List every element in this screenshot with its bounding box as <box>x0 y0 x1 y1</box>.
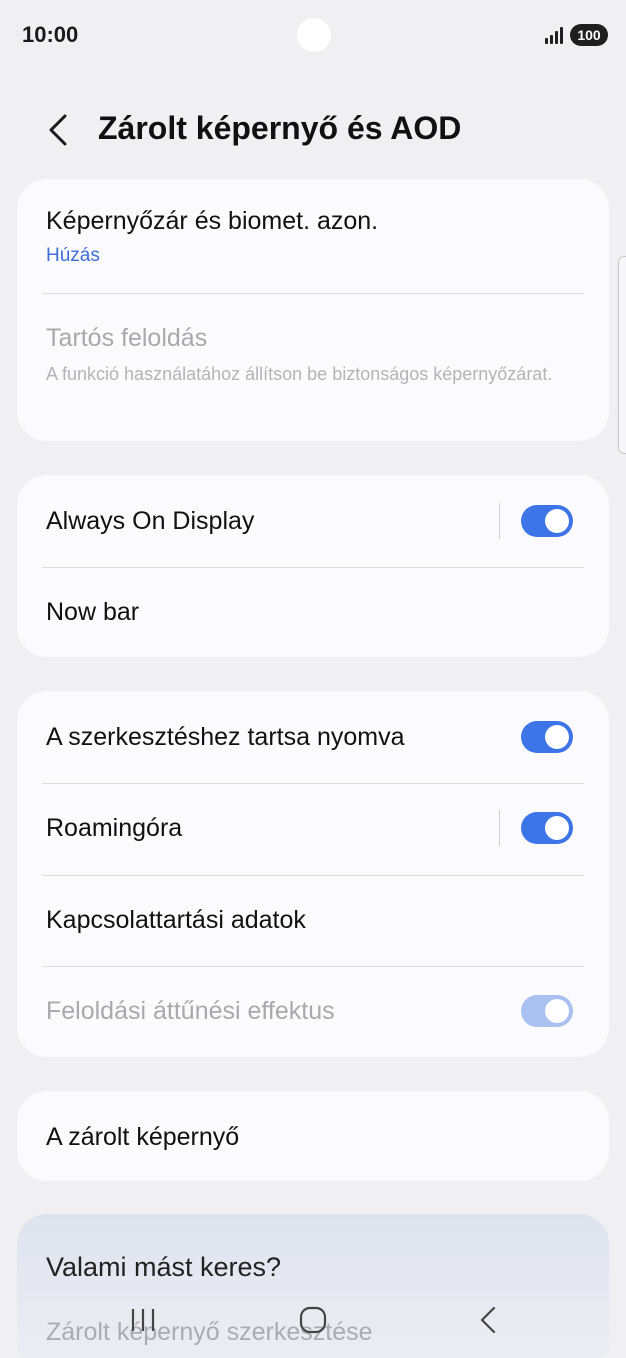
header: Zárolt képernyő és AOD <box>0 90 626 170</box>
toggle-knob <box>545 816 569 840</box>
card-lock-security: Képernyőzár és biomet. azon. Húzás Tartó… <box>17 179 609 441</box>
row-now-bar[interactable]: Now bar <box>17 568 609 657</box>
recents-button[interactable] <box>113 1300 173 1340</box>
card-options: A szerkesztéshez tartsa nyomva Roamingór… <box>17 691 609 1057</box>
scroll-handle[interactable] <box>618 256 626 454</box>
roaming-clock-toggle[interactable] <box>521 812 573 844</box>
row-title: A szerkesztéshez tartsa nyomva <box>46 723 405 751</box>
nav-back-icon <box>480 1306 496 1334</box>
vertical-separator <box>499 503 500 539</box>
unlock-effect-toggle <box>521 995 573 1027</box>
row-title: Roamingóra <box>46 814 183 842</box>
home-icon <box>299 1306 327 1334</box>
home-button[interactable] <box>283 1300 343 1340</box>
navigation-bar <box>0 1290 626 1358</box>
suggestion-title: Valami mást keres? <box>46 1252 282 1282</box>
hold-to-edit-toggle[interactable] <box>521 721 573 753</box>
aod-toggle[interactable] <box>521 505 573 537</box>
row-title: Tartós feloldás <box>46 324 208 352</box>
row-title: A zárolt képernyő <box>46 1123 240 1151</box>
row-unlock-transition-effect: Feloldási áttűnési effektus <box>17 967 609 1057</box>
row-hold-to-edit[interactable]: A szerkesztéshez tartsa nyomva <box>17 691 609 783</box>
row-roaming-clock[interactable]: Roamingóra <box>17 784 609 875</box>
phone-screen: 10:00 100 Zárolt képernyő és AOD Képerny… <box>0 0 626 1358</box>
card-lock-screen: A zárolt képernyő <box>17 1091 609 1181</box>
row-subtitle: Húzás <box>46 245 100 266</box>
row-extend-unlock: Tartós feloldás A funkció használatához … <box>17 294 609 441</box>
nav-back-button[interactable] <box>458 1300 518 1340</box>
row-always-on-display[interactable]: Always On Display <box>17 475 609 567</box>
row-lock-screen[interactable]: A zárolt képernyő <box>17 1091 609 1181</box>
recents-icon <box>131 1309 155 1331</box>
toggle-knob <box>545 999 569 1023</box>
toggle-knob <box>545 725 569 749</box>
back-button[interactable] <box>36 108 80 152</box>
chevron-left-icon <box>49 114 67 146</box>
row-title: Always On Display <box>46 507 255 535</box>
signal-icon <box>545 27 563 44</box>
row-title: Feloldási áttűnési effektus <box>46 997 335 1025</box>
battery-badge: 100 <box>570 24 608 46</box>
toggle-knob <box>545 509 569 533</box>
row-title: Kapcsolattartási adatok <box>46 906 306 934</box>
page-title: Zárolt képernyő és AOD <box>98 110 462 146</box>
vertical-separator <box>499 810 500 846</box>
card-aod: Always On Display Now bar <box>17 475 609 657</box>
camera-cutout <box>297 18 331 52</box>
row-title: Now bar <box>46 598 140 626</box>
row-screen-lock-biometrics[interactable]: Képernyőzár és biomet. azon. Húzás <box>17 179 609 293</box>
row-description: A funkció használatához állítson be bizt… <box>46 364 553 384</box>
status-time: 10:00 <box>22 22 79 47</box>
row-title: Képernyőzár és biomet. azon. <box>46 207 379 235</box>
row-contact-info[interactable]: Kapcsolattartási adatok <box>17 876 609 966</box>
status-bar: 10:00 100 <box>0 0 626 70</box>
